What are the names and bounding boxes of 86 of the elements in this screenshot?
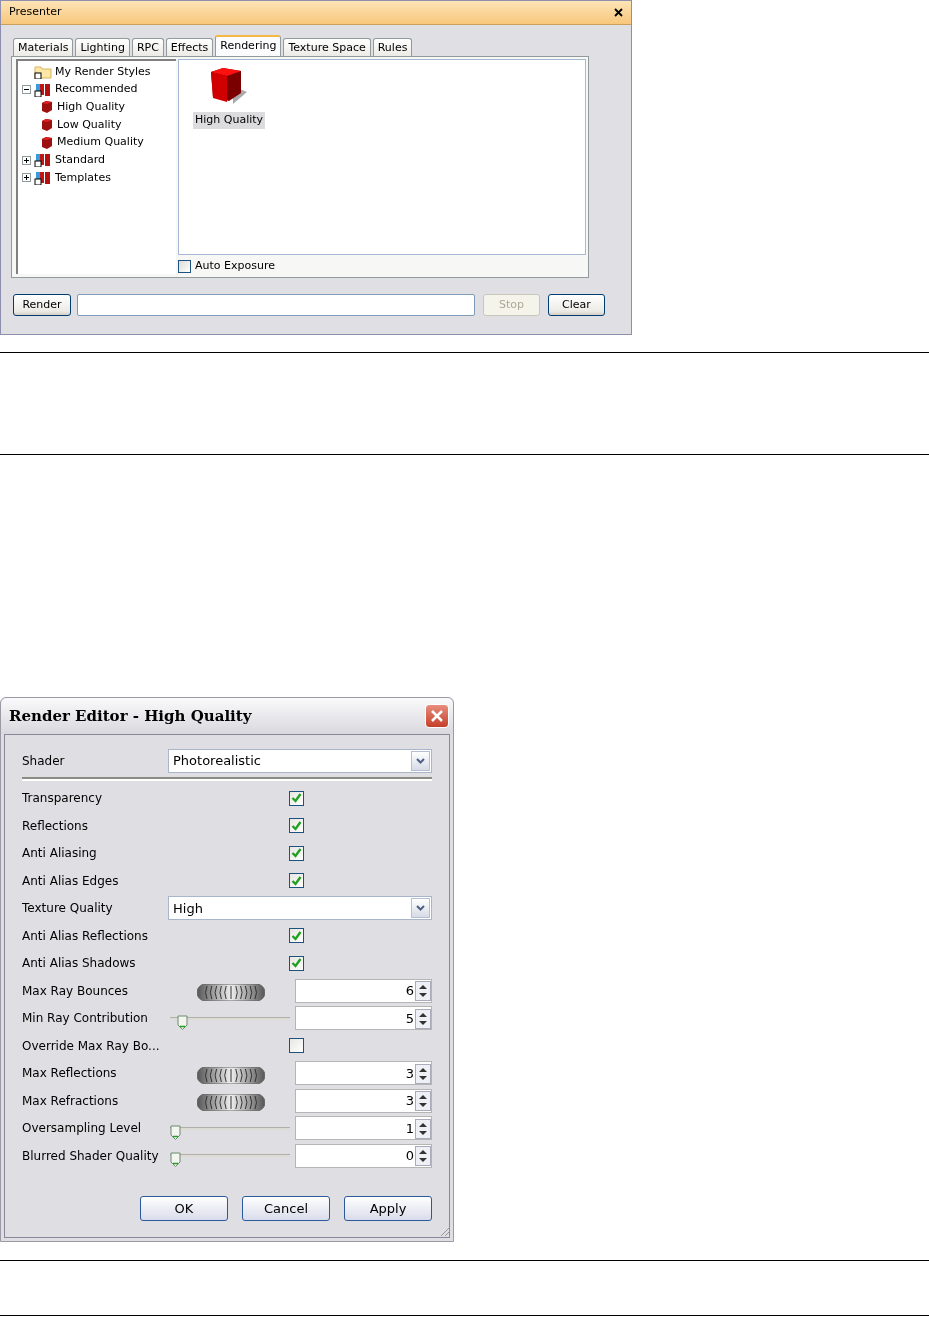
spin-field[interactable]: 5 bbox=[295, 1006, 432, 1031]
window-title: Presenter bbox=[9, 4, 62, 21]
thumbwheel[interactable] bbox=[197, 1092, 265, 1110]
tree-item[interactable]: Low Quality bbox=[57, 116, 122, 134]
tab[interactable]: Lighting bbox=[75, 38, 130, 56]
field-label: Shader bbox=[22, 752, 66, 770]
tab[interactable]: Texture Space bbox=[283, 38, 371, 56]
field-label: Max Reflections bbox=[22, 1065, 118, 1083]
tree-item[interactable]: Standard bbox=[55, 152, 106, 169]
tab[interactable]: RPC bbox=[131, 38, 164, 56]
field-label: Anti Alias Reflections bbox=[22, 927, 149, 945]
spin-arrows-icon bbox=[415, 1145, 431, 1166]
checkbox[interactable] bbox=[289, 928, 304, 944]
tab[interactable]: Rendering bbox=[215, 35, 282, 56]
close-icon bbox=[430, 709, 444, 723]
field-label: Reflections bbox=[22, 817, 89, 835]
tree-item[interactable]: Templates bbox=[55, 169, 111, 187]
books-icon bbox=[34, 153, 52, 168]
spin-value: 0 bbox=[405, 1147, 415, 1165]
checkbox[interactable] bbox=[178, 259, 191, 273]
spin-arrows-icon bbox=[415, 980, 431, 1001]
checkbox-label: Auto Exposure bbox=[195, 257, 275, 274]
checkbox[interactable] bbox=[289, 818, 304, 834]
action-button[interactable]: Render bbox=[13, 294, 71, 316]
dialog-button[interactable]: Cancel bbox=[242, 1196, 330, 1221]
dialog-button[interactable]: Apply bbox=[344, 1196, 432, 1221]
tree-item[interactable]: Medium Quality bbox=[57, 134, 144, 151]
cube-icon bbox=[40, 117, 54, 132]
plus-icon[interactable] bbox=[22, 173, 31, 183]
spin-field[interactable]: 6 bbox=[295, 978, 432, 1003]
spin-field[interactable]: 0 bbox=[295, 1143, 432, 1168]
dropdown-value: Photorealistic bbox=[173, 752, 261, 770]
minus-icon[interactable] bbox=[22, 85, 31, 95]
checkbox[interactable] bbox=[289, 873, 304, 889]
action-button[interactable]: Clear bbox=[548, 294, 605, 316]
style-label[interactable]: High Quality bbox=[193, 112, 266, 129]
field-label: Min Ray Contribution bbox=[22, 1010, 149, 1028]
spin-value: 6 bbox=[405, 982, 415, 1000]
field-label: Anti Alias Edges bbox=[22, 872, 120, 890]
books-icon bbox=[34, 82, 52, 97]
tree-item[interactable]: My Render Styles bbox=[55, 63, 151, 81]
thumbwheel[interactable] bbox=[197, 982, 265, 1000]
dropdown[interactable]: Photorealistic bbox=[168, 748, 432, 773]
field-label: Override Max Ray Bo... bbox=[22, 1037, 161, 1055]
slider-thumb[interactable] bbox=[170, 1149, 181, 1165]
spin-field[interactable]: 3 bbox=[295, 1088, 432, 1113]
spin-field[interactable]: 1 bbox=[295, 1116, 432, 1141]
spin-value: 3 bbox=[405, 1064, 415, 1083]
tab[interactable]: Rules bbox=[372, 38, 413, 56]
checkbox[interactable] bbox=[289, 790, 304, 806]
tree-item[interactable]: Recommended bbox=[55, 81, 138, 98]
books-icon bbox=[34, 170, 52, 185]
spin-value: 3 bbox=[405, 1092, 415, 1110]
close-button[interactable] bbox=[425, 704, 449, 728]
dialog-button[interactable]: OK bbox=[140, 1196, 228, 1221]
checkbox[interactable] bbox=[289, 845, 304, 861]
folder-icon bbox=[34, 64, 52, 79]
spin-arrows-icon bbox=[415, 1118, 431, 1139]
spin-arrows-icon bbox=[415, 1090, 431, 1111]
spin-value: 1 bbox=[405, 1119, 415, 1138]
spin-arrows-icon bbox=[415, 1008, 431, 1029]
plus-icon[interactable] bbox=[22, 155, 31, 165]
field-label: Anti Alias Shadows bbox=[22, 955, 137, 973]
tree-item[interactable]: High Quality bbox=[57, 98, 126, 116]
thumbwheel[interactable] bbox=[197, 1064, 265, 1082]
caret-icon bbox=[411, 898, 430, 919]
field-label: Blurred Shader Quality bbox=[22, 1147, 160, 1165]
spin-arrows-icon bbox=[415, 1063, 431, 1084]
field-label: Texture Quality bbox=[22, 900, 114, 918]
checkbox[interactable] bbox=[289, 955, 304, 971]
dropdown-value: High bbox=[173, 899, 203, 918]
field-label: Oversampling Level bbox=[22, 1120, 143, 1138]
field-label: Max Refractions bbox=[22, 1092, 120, 1110]
tab[interactable]: Materials bbox=[13, 38, 74, 56]
checkbox[interactable] bbox=[289, 1038, 304, 1054]
dropdown[interactable]: High bbox=[168, 896, 432, 921]
field-label: Anti Aliasing bbox=[22, 845, 98, 863]
window-title: Render Editor - High Quality bbox=[9, 705, 252, 727]
tab[interactable]: Effects bbox=[165, 38, 214, 56]
spin-value: 5 bbox=[405, 1009, 415, 1028]
caret-icon bbox=[411, 750, 430, 771]
cube-icon bbox=[40, 135, 54, 150]
spin-field[interactable]: 3 bbox=[295, 1061, 432, 1086]
field-label: Max Ray Bounces bbox=[22, 982, 129, 1000]
cube-icon bbox=[40, 100, 54, 115]
field-label: Transparency bbox=[22, 790, 104, 808]
